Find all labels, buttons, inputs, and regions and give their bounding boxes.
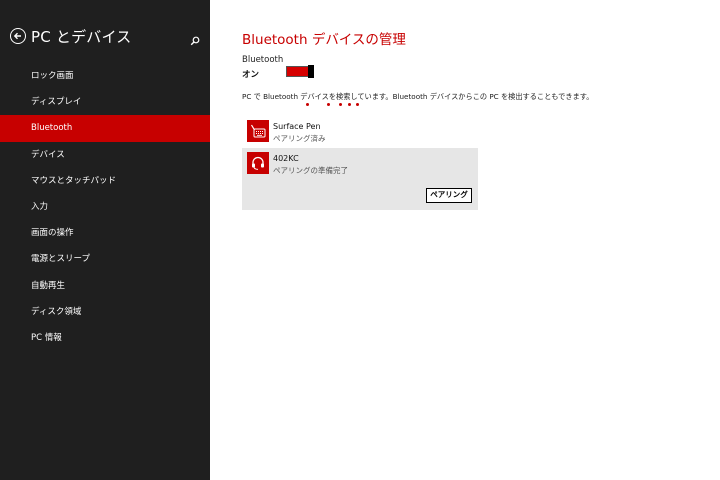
sidebar-item-disk-space[interactable]: ディスク領域: [0, 299, 210, 325]
device-status: ペアリング済み: [273, 134, 326, 143]
sidebar-item-typing[interactable]: 入力: [0, 194, 210, 220]
sidebar-item-bluetooth[interactable]: Bluetooth: [0, 115, 210, 142]
device-name: Surface Pen: [273, 122, 321, 131]
device-name: 402KC: [273, 154, 299, 163]
device-item-402kc[interactable]: 402KC ペアリングの準備完了 ペアリング: [242, 148, 478, 210]
toggle-thumb: [308, 65, 314, 78]
progress-dot: [348, 103, 351, 106]
device-item-surface-pen[interactable]: Surface Pen ペアリング済み: [242, 116, 478, 146]
progress-dot: [306, 103, 309, 106]
back-arrow-icon[interactable]: [10, 28, 26, 44]
progress-dots: [306, 103, 366, 107]
search-icon[interactable]: [190, 31, 200, 46]
progress-dot: [356, 103, 359, 106]
progress-dot: [339, 103, 342, 106]
sidebar-item-corners-edges[interactable]: 画面の操作: [0, 220, 210, 246]
sidebar-item-power-sleep[interactable]: 電源とスリープ: [0, 246, 210, 272]
device-status: ペアリングの準備完了: [273, 166, 348, 175]
sidebar-item-autoplay[interactable]: 自動再生: [0, 273, 210, 299]
sidebar-item-lock-screen[interactable]: ロック画面: [0, 63, 210, 89]
sidebar-nav: ロック画面 ディスプレイ Bluetooth デバイス マウスとタッチパッド 入…: [0, 63, 210, 351]
sidebar-item-devices[interactable]: デバイス: [0, 142, 210, 168]
progress-dot: [327, 103, 330, 106]
bluetooth-toggle[interactable]: [286, 65, 314, 78]
pair-button[interactable]: ペアリング: [426, 188, 472, 203]
sidebar-item-display[interactable]: ディスプレイ: [0, 89, 210, 115]
page-title: Bluetooth デバイスの管理: [242, 32, 406, 48]
sidebar-item-pc-info[interactable]: PC 情報: [0, 325, 210, 351]
sidebar: PC とデバイス ロック画面 ディスプレイ Bluetooth デバイス マウス…: [0, 0, 210, 480]
sidebar-item-mouse-touchpad[interactable]: マウスとタッチパッド: [0, 168, 210, 194]
bluetooth-state: オン: [242, 70, 260, 80]
bluetooth-label: Bluetooth: [242, 55, 284, 65]
status-text: PC で Bluetooth デバイスを検索しています。Bluetooth デバ…: [242, 92, 594, 101]
sidebar-title: PC とデバイス: [31, 28, 132, 46]
headset-icon: [247, 152, 269, 174]
keyboard-pen-icon: [247, 120, 269, 142]
main-content: Bluetooth デバイスの管理 Bluetooth オン PC で Blue…: [242, 0, 720, 480]
